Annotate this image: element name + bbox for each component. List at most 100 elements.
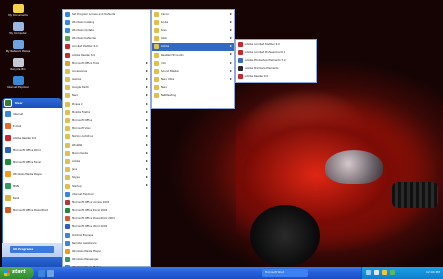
start-button[interactable]: start	[0, 267, 34, 279]
menu-item[interactable]: Startup	[63, 182, 150, 190]
menu-item[interactable]: Adobe	[63, 157, 150, 165]
menu-item[interactable]: Adobe Premiere Elements	[236, 65, 316, 73]
submenu-arrow-icon	[230, 37, 232, 40]
all-programs-menu: Set Program Access and Defaults Windows C…	[62, 9, 151, 279]
messenger-tray-icon[interactable]	[390, 270, 395, 275]
menu-item[interactable]: Mozilla Firefox	[63, 108, 150, 116]
start-menu-pinned: Internet E-mail Adobe Reader 6.0 Microso…	[2, 108, 62, 243]
menu-item[interactable]: Windows Messenger	[63, 256, 150, 264]
menu-item[interactable]: Nero Ultra	[152, 76, 234, 84]
menu-item[interactable]: Picasa 2	[63, 100, 150, 108]
submenu-arrow-icon	[146, 86, 148, 89]
menu-item[interactable]: Windows Update	[63, 26, 150, 34]
desktop-icon[interactable]: Recycle Bin	[4, 58, 32, 74]
menu-item[interactable]: Windows Defender	[63, 35, 150, 43]
menu-item[interactable]: Macromedia	[63, 149, 150, 157]
program-icon	[65, 101, 70, 107]
system-tray: 12:00 PM	[361, 267, 443, 279]
menu-item[interactable]: Adobe Acrobat Professional 6.0	[236, 48, 316, 56]
menu-item[interactable]: NetMeeting	[152, 92, 234, 100]
folder-icon	[154, 68, 159, 74]
program-icon	[65, 191, 70, 197]
pinned-item[interactable]: E-mail	[3, 120, 62, 132]
pinned-item[interactable]: Adobe Reader 6.0	[3, 132, 62, 144]
taskbar-button[interactable]: Microsoft Word	[262, 269, 308, 277]
adobe-app-icon	[238, 74, 243, 80]
program-icon	[65, 134, 70, 140]
antivirus-tray-icon[interactable]	[382, 270, 387, 275]
menu-item[interactable]: Adobe Photoshop Elements 3.0	[236, 56, 316, 64]
menu-item[interactable]: Google Earth	[63, 84, 150, 92]
program-icon	[65, 224, 70, 230]
menu-item[interactable]: Canon	[152, 10, 234, 18]
pinned-item[interactable]: Internet	[3, 108, 62, 120]
submenu-arrow-icon	[146, 110, 148, 113]
menu-item[interactable]: Outlook Express	[63, 231, 150, 239]
paint-icon	[5, 195, 11, 201]
submenu-arrow-icon	[146, 94, 148, 97]
submenu-arrow-icon	[230, 78, 232, 80]
menu-item[interactable]: VLC	[152, 59, 234, 67]
volume-tray-icon[interactable]	[374, 270, 379, 275]
menu-item[interactable]: Acrobat Distiller 6.0	[63, 43, 150, 51]
submenu-arrow-icon	[146, 61, 148, 64]
menu-item[interactable]: Accessories	[63, 67, 150, 75]
pinned-item[interactable]: Microsoft Office Word	[3, 144, 62, 156]
all-programs-button[interactable]: All Programs	[10, 246, 54, 253]
menu-item[interactable]: Windows Media Player	[63, 247, 150, 255]
desktop-icon[interactable]: My Computer	[4, 22, 32, 38]
menu-item[interactable]: Adobe Acrobat Distiller 6.0	[236, 40, 316, 48]
program-icon	[65, 142, 70, 148]
folder-icon	[154, 19, 159, 25]
network-tray-icon[interactable]	[366, 270, 371, 275]
menu-item[interactable]: Divx	[152, 26, 234, 34]
menu-item[interactable]: K-Lite	[152, 18, 234, 26]
internet-icon	[5, 111, 11, 117]
pinned-item[interactable]: Microsoft Office Excel	[3, 156, 62, 168]
menu-item[interactable]: WinRAR	[63, 141, 150, 149]
folder-icon	[154, 85, 159, 91]
program-icon	[65, 257, 70, 263]
internet-explorer-icon	[12, 76, 24, 85]
menu-item[interactable]: Games	[63, 76, 150, 84]
menu-item[interactable]: Internet Explorer	[63, 190, 150, 198]
quick-launch-desktop-icon[interactable]	[47, 269, 54, 277]
quick-launch-ie-icon[interactable]	[38, 269, 45, 277]
menu-item[interactable]: Microsoft Office Word 2003	[63, 223, 150, 231]
program-icon	[65, 249, 70, 255]
menu-item[interactable]: Sound Blaster	[152, 67, 234, 75]
menu-item[interactable]: Norton AntiVirus	[63, 133, 150, 141]
desktop-icon[interactable]: My Documents	[4, 4, 32, 20]
menu-item[interactable]: Microsoft Office Tools	[63, 59, 150, 67]
submenu-arrow-icon	[230, 69, 232, 72]
pinned-item[interactable]: MSN	[3, 180, 62, 192]
submenu-arrow-icon	[146, 135, 148, 138]
program-icon	[65, 126, 70, 132]
menu-item[interactable]: Windows Catalog	[63, 18, 150, 26]
folder-icon	[154, 77, 159, 83]
pinned-item[interactable]: Microsoft Office PowerPoint	[3, 204, 62, 216]
menu-item[interactable]: Microsoft Office	[63, 116, 150, 124]
menu-item[interactable]: Nero	[152, 84, 234, 92]
menu-item[interactable]: Nero	[63, 92, 150, 100]
menu-item[interactable]: Skype	[63, 174, 150, 182]
program-icon	[65, 199, 70, 205]
menu-item[interactable]: Set Program Access and Defaults	[63, 10, 150, 18]
pinned-item[interactable]: Windows Media Player	[3, 168, 62, 180]
menu-item[interactable]: Microsoft Office Access 2003	[63, 198, 150, 206]
program-icon	[65, 109, 70, 115]
menu-item[interactable]: Adobe	[152, 42, 234, 51]
menu-item[interactable]: Adobe Reader 6.0	[236, 73, 316, 81]
desktop-icon[interactable]: My Network Places	[4, 40, 32, 56]
menu-item[interactable]: Realtek HD Audio	[152, 51, 234, 59]
submenu-arrow-icon	[230, 45, 232, 48]
menu-item[interactable]: Remote Assistance	[63, 239, 150, 247]
desktop-icon[interactable]: Internet Explorer	[4, 76, 32, 92]
menu-item[interactable]: Microsoft Office PowerPoint 2003	[63, 215, 150, 223]
pinned-item[interactable]: Paint	[3, 192, 62, 204]
menu-item[interactable]: Adobe Reader 6.0	[63, 51, 150, 59]
menu-item[interactable]: Microsoft Visio	[63, 125, 150, 133]
menu-item[interactable]: Intel	[152, 35, 234, 43]
menu-item[interactable]: Java	[63, 166, 150, 174]
menu-item[interactable]: Microsoft Office Excel 2003	[63, 207, 150, 215]
